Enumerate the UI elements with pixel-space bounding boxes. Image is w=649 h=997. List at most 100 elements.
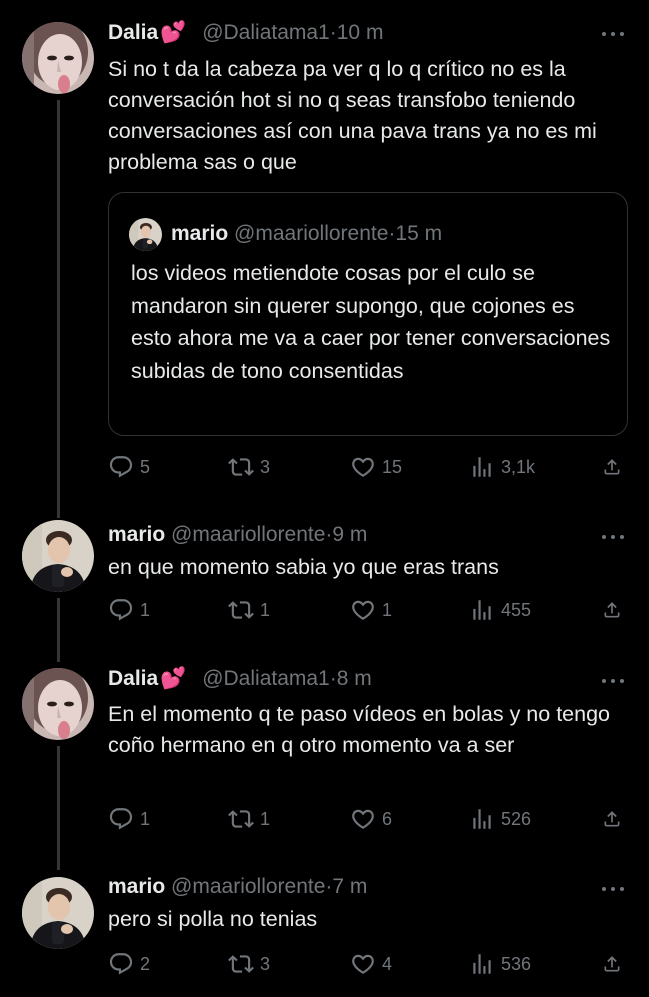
- author-handle[interactable]: @Daliatama1: [202, 21, 330, 44]
- views-button[interactable]: 526: [469, 804, 531, 834]
- quoted-timestamp: 15 m: [395, 222, 443, 245]
- like-count: 15: [382, 456, 403, 477]
- retweet-icon: [228, 454, 254, 480]
- tweet-text: en que momento sabia yo que eras trans: [108, 555, 499, 579]
- more-icon[interactable]: [599, 27, 627, 41]
- like-button[interactable]: 6: [350, 804, 392, 834]
- retweet-button[interactable]: 3: [228, 949, 270, 979]
- author-handle[interactable]: @maariollorente: [171, 875, 325, 898]
- retweet-count: 1: [260, 599, 271, 620]
- author-handle[interactable]: @maariollorente: [171, 523, 325, 546]
- tweet-text: En el momento q te paso vídeos en bolas …: [108, 702, 610, 757]
- name-emoji: 💕: [160, 667, 187, 690]
- reply-button[interactable]: 1: [108, 804, 150, 834]
- retweet-icon: [228, 806, 254, 832]
- heart-icon: [350, 597, 376, 623]
- avatar[interactable]: [22, 668, 94, 740]
- name-emoji: 💕: [160, 21, 187, 44]
- action-bar: 5 3 15 3,1k: [0, 452, 649, 482]
- reply-button[interactable]: 2: [108, 949, 150, 979]
- reply-icon: [108, 806, 134, 832]
- heart-icon: [350, 951, 376, 977]
- tweet-header: mario @maariollorente·7 m: [108, 874, 367, 900]
- author-name[interactable]: Dalia: [108, 667, 158, 690]
- separator-dot: ·: [329, 667, 337, 690]
- action-bar: 1 1 1 455: [0, 595, 649, 625]
- quoted-author-handle: @maariollorente: [234, 222, 389, 245]
- more-icon[interactable]: [599, 674, 627, 688]
- heart-icon: [350, 806, 376, 832]
- action-bar: 2 3 4 536: [0, 949, 649, 979]
- share-icon: [602, 454, 622, 480]
- author-name[interactable]: mario: [108, 523, 165, 546]
- view-count: 536: [501, 953, 532, 974]
- retweet-button[interactable]: 3: [228, 452, 270, 482]
- tweet[interactable]: mario @maariollorente·7 m pero si polla …: [0, 860, 649, 997]
- quoted-author-name: mario: [171, 222, 229, 245]
- share-icon: [602, 806, 622, 832]
- share-icon: [602, 597, 622, 623]
- more-icon[interactable]: [599, 882, 627, 896]
- reply-count: 2: [140, 953, 151, 974]
- tweet-text: Si no t da la cabeza pa ver q lo q críti…: [108, 57, 597, 174]
- reply-count: 5: [140, 456, 151, 477]
- like-count: 4: [382, 953, 393, 974]
- tweet-text: pero si polla no tenias: [108, 907, 318, 931]
- quoted-header: mario @maariollorente·15 m: [171, 221, 442, 247]
- share-button[interactable]: [602, 452, 628, 482]
- view-count: 526: [501, 808, 532, 829]
- retweet-button[interactable]: 1: [228, 595, 270, 625]
- like-count: 6: [382, 808, 393, 829]
- views-icon: [469, 454, 495, 480]
- timestamp[interactable]: 9 m: [332, 523, 367, 546]
- views-button[interactable]: 455: [469, 595, 531, 625]
- timestamp[interactable]: 8 m: [337, 667, 372, 690]
- retweet-icon: [228, 951, 254, 977]
- retweet-icon: [228, 597, 254, 623]
- reply-icon: [108, 454, 134, 480]
- share-button[interactable]: [602, 804, 628, 834]
- tweet[interactable]: Dalia💕 @Daliatama1·10 m Si no t da la ca…: [0, 0, 649, 518]
- tweet[interactable]: mario @maariollorente·9 m en que momento…: [0, 500, 649, 662]
- separator-dot: ·: [329, 21, 337, 44]
- heart-icon: [350, 454, 376, 480]
- author-name[interactable]: Dalia: [108, 21, 158, 44]
- reply-count: 1: [140, 808, 151, 829]
- views-button[interactable]: 536: [469, 949, 531, 979]
- more-icon[interactable]: [599, 530, 627, 544]
- author-handle[interactable]: @Daliatama1: [202, 667, 330, 690]
- tweet[interactable]: Dalia💕 @Daliatama1·8 m En el momento q t…: [0, 650, 649, 870]
- like-count: 1: [382, 599, 393, 620]
- views-icon: [469, 597, 495, 623]
- share-button[interactable]: [602, 949, 628, 979]
- retweet-count: 3: [260, 456, 271, 477]
- retweet-button[interactable]: 1: [228, 804, 270, 834]
- like-button[interactable]: 15: [350, 452, 402, 482]
- like-button[interactable]: 1: [350, 595, 392, 625]
- avatar[interactable]: [22, 877, 94, 949]
- avatar[interactable]: [22, 22, 94, 94]
- timestamp[interactable]: 7 m: [332, 875, 367, 898]
- view-count: 455: [501, 599, 532, 620]
- reply-button[interactable]: 5: [108, 452, 150, 482]
- views-icon: [469, 806, 495, 832]
- share-button[interactable]: [602, 595, 628, 625]
- tweet-header: Dalia💕 @Daliatama1·10 m: [108, 20, 383, 46]
- share-icon: [602, 951, 622, 977]
- view-count: 3,1k: [501, 456, 536, 477]
- retweet-count: 3: [260, 953, 271, 974]
- timestamp[interactable]: 10 m: [337, 21, 384, 44]
- reply-count: 1: [140, 599, 151, 620]
- reply-button[interactable]: 1: [108, 595, 150, 625]
- tweet-header: Dalia💕 @Daliatama1·8 m: [108, 666, 372, 692]
- like-button[interactable]: 4: [350, 949, 392, 979]
- avatar[interactable]: [22, 520, 94, 592]
- retweet-count: 1: [260, 808, 271, 829]
- reply-icon: [108, 597, 134, 623]
- reply-icon: [108, 951, 134, 977]
- author-name[interactable]: mario: [108, 875, 165, 898]
- tweet-header: mario @maariollorente·9 m: [108, 522, 367, 548]
- views-button[interactable]: 3,1k: [469, 452, 535, 482]
- quoted-tweet[interactable]: mario @maariollorente·15 m los videos me…: [108, 192, 628, 436]
- action-bar: 1 1 6 526: [0, 804, 649, 834]
